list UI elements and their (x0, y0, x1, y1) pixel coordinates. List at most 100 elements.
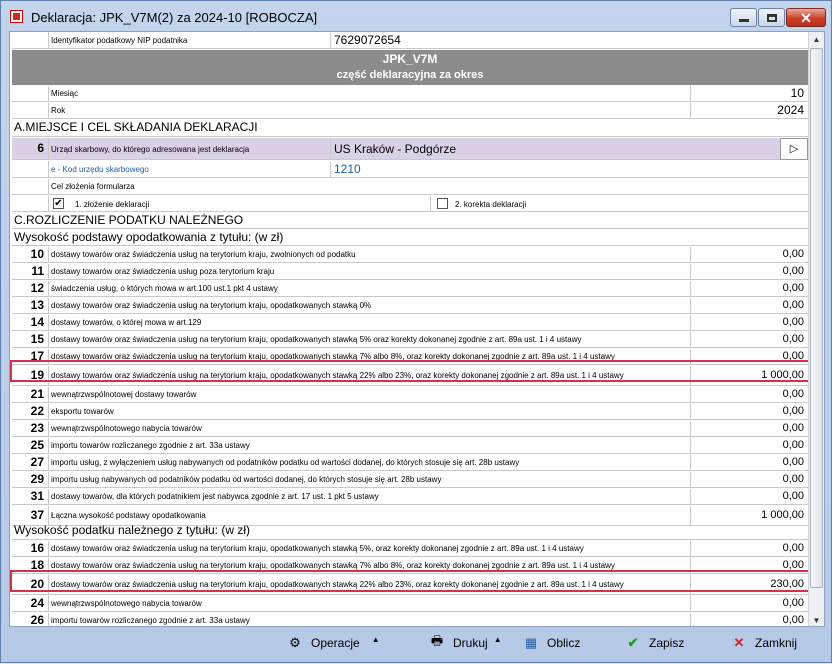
office-picker-button[interactable]: ▷ (780, 138, 808, 160)
field-value[interactable]: 0,00 (690, 596, 808, 611)
close-button[interactable]: ✕ (786, 8, 826, 27)
field-value[interactable]: 0,00 (690, 264, 808, 279)
printer-icon: 🖶 (430, 633, 444, 648)
field-value[interactable]: 0,00 (690, 438, 808, 453)
field-value[interactable]: 0,00 (690, 387, 808, 402)
minimize-button[interactable] (730, 8, 757, 27)
field-label: dostawy towarów oraz świadczenia usług p… (48, 264, 274, 279)
field-label: importu usług nabywanych od podatników p… (48, 472, 441, 487)
field-number: 31 (30, 489, 44, 503)
field-row-11: 11 dostawy towarów oraz świadczenia usług… (12, 264, 808, 280)
field-value[interactable]: 0,00 (690, 613, 808, 626)
scroll-thumb[interactable] (810, 48, 823, 588)
field-row-29: 29 importu usług nabywanych od podatników… (12, 472, 808, 488)
tax-office-row: 6 Urząd skarbowy, do którego adresowana … (12, 138, 808, 160)
operacje-button[interactable]: ⚙ Operacje ▲ (287, 630, 379, 656)
field-label: dostawy towarów oraz świadczenia usług n… (48, 332, 582, 347)
oblicz-button[interactable]: ▦ Oblicz (523, 630, 581, 656)
header-subtitle: część deklaracyjna za okres (336, 69, 484, 81)
scroll-up-icon[interactable]: ▲ (809, 32, 824, 47)
field-row-23: 23 wewnątrzwspólnotowego nabycia towarów 0… (12, 421, 808, 437)
month-value[interactable]: 10 (690, 86, 808, 101)
field-row-16: 16 dostawy towarów oraz świadczenia usług… (12, 541, 808, 557)
vertical-scrollbar[interactable]: ▲ ▼ (808, 32, 824, 626)
field-number: 27 (30, 455, 44, 469)
office-num: 6 (37, 141, 44, 155)
nip-row: Identyfikator podatkowy NIP podatnika 76… (12, 32, 808, 49)
operacje-label: Operacje (311, 636, 360, 650)
year-label: Rok (48, 103, 65, 118)
field-value[interactable]: 0,00 (690, 489, 808, 504)
footer-toolbar: ⚙ Operacje ▲ 🖶 Drukuj ▲ ▦ Oblicz ✔ Zapis… (1, 628, 831, 664)
option-2-label: 2. korekta deklaracji (455, 200, 527, 209)
field-label: wewnątrzwspólnotowego nabycia towarów (48, 596, 202, 611)
caret-up-icon-2: ▲ (493, 634, 502, 644)
field-number: 26 (30, 613, 44, 627)
field-value[interactable]: 0,00 (690, 455, 808, 470)
field-number: 25 (30, 438, 44, 452)
field-number: 16 (30, 541, 44, 555)
field-row-26: 26 importu towarów rozliczanego zgodnie z… (12, 613, 808, 627)
office-code-value[interactable]: 1210 (330, 162, 361, 178)
drukuj-label: Drukuj (453, 636, 488, 650)
field-number: 15 (30, 332, 44, 346)
section-a-title: A.MIEJSCE I CEL SKŁADANIA DEKLARACJI (12, 120, 808, 137)
field-value[interactable]: 0,00 (690, 472, 808, 487)
header-title: JPK_V7M (382, 52, 438, 66)
option-1-checkbox[interactable]: ✔ (53, 198, 64, 209)
field-number: 10 (30, 247, 44, 261)
field-value[interactable]: 0,00 (690, 281, 808, 296)
field-number: 24 (30, 596, 44, 610)
field-label: importu towarów rozliczanego zgodnie z a… (48, 438, 250, 453)
declaration-header: JPK_V7M część deklaracyjna za okres (12, 50, 808, 85)
option-2-checkbox[interactable] (437, 198, 448, 209)
field-value[interactable]: 0,00 (690, 404, 808, 419)
option-1-label: 1. złożenie deklaracji (75, 200, 150, 209)
field-label: importu usług, z wyłączeniem usług nabyw… (48, 455, 519, 470)
field-value[interactable]: 0,00 (690, 247, 808, 262)
field-value[interactable]: 0,00 (690, 541, 808, 556)
month-row: Miesiąc 10 (12, 86, 808, 102)
zapisz-label: Zapisz (649, 636, 685, 650)
year-row: Rok 2024 (12, 103, 808, 119)
field-value[interactable]: 0,00 (690, 298, 808, 313)
field-value[interactable]: 0,00 (690, 332, 808, 347)
scroll-down-icon[interactable]: ▼ (809, 613, 824, 626)
field-row-21: 21 wewnątrzwspólnotowej dostawy towarów 0,… (12, 387, 808, 403)
field-label: wewnątrzwspólnotowego nabycia towarów (48, 421, 202, 436)
window-title: Deklaracja: JPK_V7M(2) za 2024-10 [ROBOC… (31, 10, 318, 25)
field-row-24: 24 wewnątrzwspólnotowego nabycia towarów 0… (12, 596, 808, 612)
maximize-button[interactable] (758, 8, 785, 27)
field-row-15: 15 dostawy towarów oraz świadczenia usług… (12, 332, 808, 348)
field-row-31: 31 dostawy towarów, dla których podatniki… (12, 489, 808, 505)
office-value[interactable]: US Kraków - Podgórze (330, 138, 780, 160)
field-value[interactable]: 0,00 (690, 315, 808, 330)
close-icon: ✕ (800, 9, 812, 26)
field-row-25: 25 importu towarów rozliczanego zgodnie z… (12, 438, 808, 454)
field-label: świadczenia usług, o których mowa w art.… (48, 281, 278, 296)
tax-subheading: Wysokość podatku należnego z tytułu: (w … (12, 523, 808, 540)
field-number: 23 (30, 421, 44, 435)
option-2-cell: 2. korekta deklaracji (430, 196, 810, 211)
minimize-icon (738, 19, 749, 22)
field-number: 37 (30, 508, 44, 522)
dialog-window: Deklaracja: JPK_V7M(2) za 2024-10 [ROBOC… (0, 0, 832, 663)
title-bar[interactable]: Deklaracja: JPK_V7M(2) za 2024-10 [ROBOC… (1, 1, 831, 31)
field-label: importu towarów rozliczanego zgodnie z a… (48, 613, 250, 626)
nip-value[interactable]: 7629072654 (330, 33, 401, 49)
field-row-10: 10 dostawy towarów oraz świadczenia usług… (12, 247, 808, 263)
field-number: 29 (30, 472, 44, 486)
cross-icon: ✕ (733, 635, 745, 650)
zapisz-button[interactable]: ✔ Zapisz (625, 630, 685, 656)
field-number: 11 (31, 264, 44, 278)
zamknij-button[interactable]: ✕ Zamknij (731, 630, 797, 656)
form-area: Identyfikator podatkowy NIP podatnika 76… (9, 31, 825, 627)
field-row-14: 14 dostawy towarów, o której mowa w art.1… (12, 315, 808, 331)
drukuj-button[interactable]: 🖶 Drukuj ▲ (429, 630, 502, 656)
app-icon (10, 10, 23, 23)
field-value[interactable]: 0,00 (690, 421, 808, 436)
year-value[interactable]: 2024 (690, 103, 808, 118)
field-label: dostawy towarów oraz świadczenia usług n… (48, 541, 584, 556)
field-number: 21 (30, 387, 44, 401)
checkmark-icon: ✔ (627, 635, 639, 650)
